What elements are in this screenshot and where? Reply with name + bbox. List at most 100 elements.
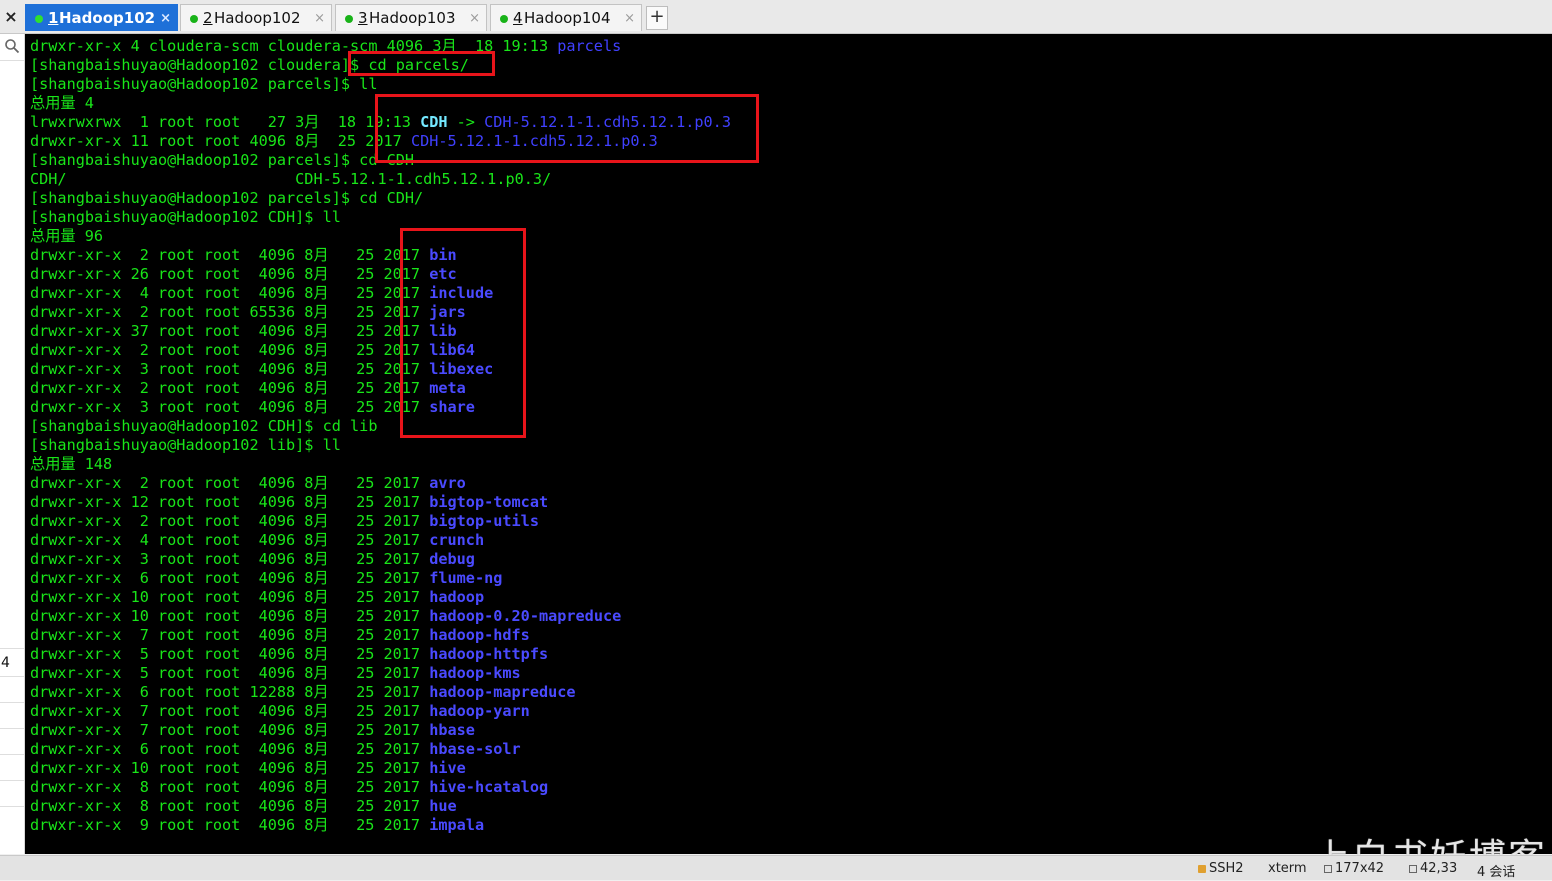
tab-close-icon[interactable]: ×: [160, 5, 171, 32]
terminal-line: drwxr-xr-x 2 root root 4096 8月 25 2017 b…: [30, 246, 731, 265]
status-cursor-pos: 42,33: [1409, 861, 1457, 876]
tab-hadoop104[interactable]: 4 Hadoop104 ×: [490, 4, 642, 31]
terminal-text-segment: parcels: [557, 37, 622, 55]
add-tab-button[interactable]: +: [646, 6, 668, 30]
terminal-text-segment: 总用量 148: [30, 455, 113, 473]
terminal-text-segment: crunch: [429, 531, 485, 549]
status-protocol: SSH2: [1198, 861, 1244, 876]
terminal-text-segment: [shangbaishuyao@Hadoop102 parcels]$ cd C…: [30, 151, 415, 169]
divider: [0, 648, 24, 649]
tab-close-icon[interactable]: ×: [624, 5, 635, 32]
search-icon[interactable]: [4, 38, 20, 54]
terminal-text-segment: drwxr-xr-x 4 root root 4096 8月 25 2017: [30, 531, 430, 549]
divider: [0, 754, 24, 755]
terminal-line: drwxr-xr-x 2 root root 4096 8月 25 2017 l…: [30, 341, 731, 360]
terminal-text-segment: [shangbaishuyao@Hadoop102 parcels]$ ll: [30, 75, 378, 93]
terminal-line: [shangbaishuyao@Hadoop102 parcels]$ cd C…: [30, 189, 731, 208]
terminal-text-segment: hive: [429, 759, 466, 777]
terminal-text-segment: hue: [429, 797, 457, 815]
terminal-line: drwxr-xr-x 6 root root 12288 8月 25 2017 …: [30, 683, 731, 702]
terminal-text-segment: flume-ng: [429, 569, 503, 587]
terminal-line: drwxr-xr-x 2 root root 4096 8月 25 2017 b…: [30, 512, 731, 531]
terminal-text-segment: avro: [429, 474, 466, 492]
tab-number: 1: [48, 9, 59, 27]
tab-number: 4: [513, 9, 523, 27]
terminal-line: drwxr-xr-x 2 root root 65536 8月 25 2017 …: [30, 303, 731, 322]
tab-number: 2: [203, 9, 213, 27]
terminal-text-segment: drwxr-xr-x 2 root root 4096 8月 25 2017: [30, 379, 430, 397]
terminal-text-segment: drwxr-xr-x 2 root root 4096 8月 25 2017: [30, 512, 430, 530]
connected-status-icon: [190, 15, 198, 23]
terminal-text-segment: hadoop-httpfs: [429, 645, 549, 663]
terminal-line: drwxr-xr-x 2 root root 4096 8月 25 2017 a…: [30, 474, 731, 493]
cursor-label: 42,33: [1420, 861, 1458, 876]
terminal-text-segment: drwxr-xr-x 2 root root 4096 8月 25 2017: [30, 474, 430, 492]
terminal-line: drwxr-xr-x 5 root root 4096 8月 25 2017 h…: [30, 645, 731, 664]
terminal-size-label: 177x42: [1335, 861, 1385, 876]
terminal-text-segment: bigtop-utils: [429, 512, 539, 530]
terminal-line: drwxr-xr-x 9 root root 4096 8月 25 2017 i…: [30, 816, 731, 835]
terminal-line: 总用量 148: [30, 455, 731, 474]
terminal-text-segment: drwxr-xr-x 2 root root 65536 8月 25 2017: [30, 303, 430, 321]
terminal-line: drwxr-xr-x 12 root root 4096 8月 25 2017 …: [30, 493, 731, 512]
terminal-line: CDH/ CDH-5.12.1-1.cdh5.12.1.p0.3/: [30, 170, 731, 189]
terminal-text-segment: bigtop-tomcat: [429, 493, 549, 511]
tab-hadoop102-2[interactable]: 2 Hadoop102 ×: [180, 4, 332, 31]
terminal-line: drwxr-xr-x 6 root root 4096 8月 25 2017 f…: [30, 569, 731, 588]
terminal-text-segment: drwxr-xr-x 2 root root 4096 8月 25 2017: [30, 341, 430, 359]
terminal-line: drwxr-xr-x 37 root root 4096 8月 25 2017 …: [30, 322, 731, 341]
divider: [0, 728, 24, 729]
terminal-line: drwxr-xr-x 3 root root 4096 8月 25 2017 d…: [30, 550, 731, 569]
terminal-text-segment: hadoop-hdfs: [429, 626, 530, 644]
terminal-line: drwxr-xr-x 7 root root 4096 8月 25 2017 h…: [30, 721, 731, 740]
protocol-label: SSH2: [1209, 861, 1244, 876]
lock-icon: [1198, 865, 1206, 873]
terminal-text-segment: drwxr-xr-x 10 root root 4096 8月 25 2017: [30, 588, 430, 606]
tab-close-icon[interactable]: ×: [469, 5, 480, 32]
terminal-text-segment: drwxr-xr-x 5 root root 4096 8月 25 2017: [30, 645, 430, 663]
terminal-text-segment: drwxr-xr-x 6 root root 4096 8月 25 2017: [30, 569, 430, 587]
terminal-line: drwxr-xr-x 26 root root 4096 8月 25 2017 …: [30, 265, 731, 284]
highlight-box-cd-parcels: [348, 51, 495, 76]
tab-close-icon[interactable]: ×: [314, 5, 325, 32]
terminal-text-segment: drwxr-xr-x 12 root root 4096 8月 25 2017: [30, 493, 430, 511]
terminal-screen[interactable]: drwxr-xr-x 4 cloudera-scm cloudera-scm 4…: [25, 34, 1552, 854]
terminal-text-segment: drwxr-xr-x 4 root root 4096 8月 25 2017: [30, 284, 430, 302]
divider: [0, 60, 24, 61]
terminal-text-segment: drwxr-xr-x 6 root root 12288 8月 25 2017: [30, 683, 430, 701]
tab-hadoop103[interactable]: 3 Hadoop103 ×: [335, 4, 487, 31]
terminal-text-segment: drwxr-xr-x 37 root root 4096 8月 25 2017: [30, 322, 430, 340]
terminal-text-segment: hbase: [429, 721, 475, 739]
close-session-icon[interactable]: ×: [0, 4, 22, 30]
highlight-box-cdh-dirs: [400, 228, 526, 438]
terminal-text-segment: hadoop-kms: [429, 664, 521, 682]
terminal-text-segment: drwxr-xr-x 8 root root 4096 8月 25 2017: [30, 778, 430, 796]
terminal-text-segment: drwxr-xr-x 7 root root 4096 8月 25 2017: [30, 626, 430, 644]
terminal-line: drwxr-xr-x 6 root root 4096 8月 25 2017 h…: [30, 740, 731, 759]
tab-label: Hadoop102: [59, 9, 156, 27]
connected-status-icon: [500, 15, 508, 23]
terminal-size-icon: [1324, 865, 1332, 873]
tab-hadoop102-1[interactable]: 1 Hadoop102 ×: [25, 4, 178, 31]
terminal-text-segment: hive-hcatalog: [429, 778, 549, 796]
terminal-text-segment: drwxr-xr-x 26 root root 4096 8月 25 2017: [30, 265, 430, 283]
terminal-text-segment: [shangbaishuyao@Hadoop102 lib]$ ll: [30, 436, 341, 454]
terminal-line: drwxr-xr-x 10 root root 4096 8月 25 2017 …: [30, 607, 731, 626]
terminal-text-segment: drwxr-xr-x 8 root root 4096 8月 25 2017: [30, 797, 430, 815]
terminal-text-segment: lrwxrwxrwx 1 root root 27 3月 18 19:13: [30, 113, 421, 131]
cursor-icon: [1409, 865, 1417, 873]
terminal-line: drwxr-xr-x 4 root root 4096 8月 25 2017 c…: [30, 531, 731, 550]
terminal-text-segment: CDH/ CDH-5.12.1-1.cdh5.12.1.p0.3/: [30, 170, 552, 188]
terminal-text-segment: impala: [429, 816, 485, 834]
terminal-text-segment: drwxr-xr-x 10 root root 4096 8月 25 2017: [30, 759, 430, 777]
terminal-text-segment: drwxr-xr-x 7 root root 4096 8月 25 2017: [30, 702, 430, 720]
tab-label: Hadoop103: [369, 9, 456, 27]
terminal-line: [shangbaishuyao@Hadoop102 CDH]$ cd lib: [30, 417, 731, 436]
terminal-text-segment: 总用量 4: [30, 94, 94, 112]
terminal-line: drwxr-xr-x 8 root root 4096 8月 25 2017 h…: [30, 797, 731, 816]
terminal-text-segment: [shangbaishuyao@Hadoop102 CDH]$ ll: [30, 208, 341, 226]
terminal-text-segment: debug: [429, 550, 475, 568]
terminal-text-segment: drwxr-xr-x 2 root root 4096 8月 25 2017: [30, 246, 430, 264]
status-bar: SSH2 xterm 177x42 42,33 4 会话: [0, 855, 1552, 880]
terminal-text-segment: hadoop-mapreduce: [429, 683, 576, 701]
